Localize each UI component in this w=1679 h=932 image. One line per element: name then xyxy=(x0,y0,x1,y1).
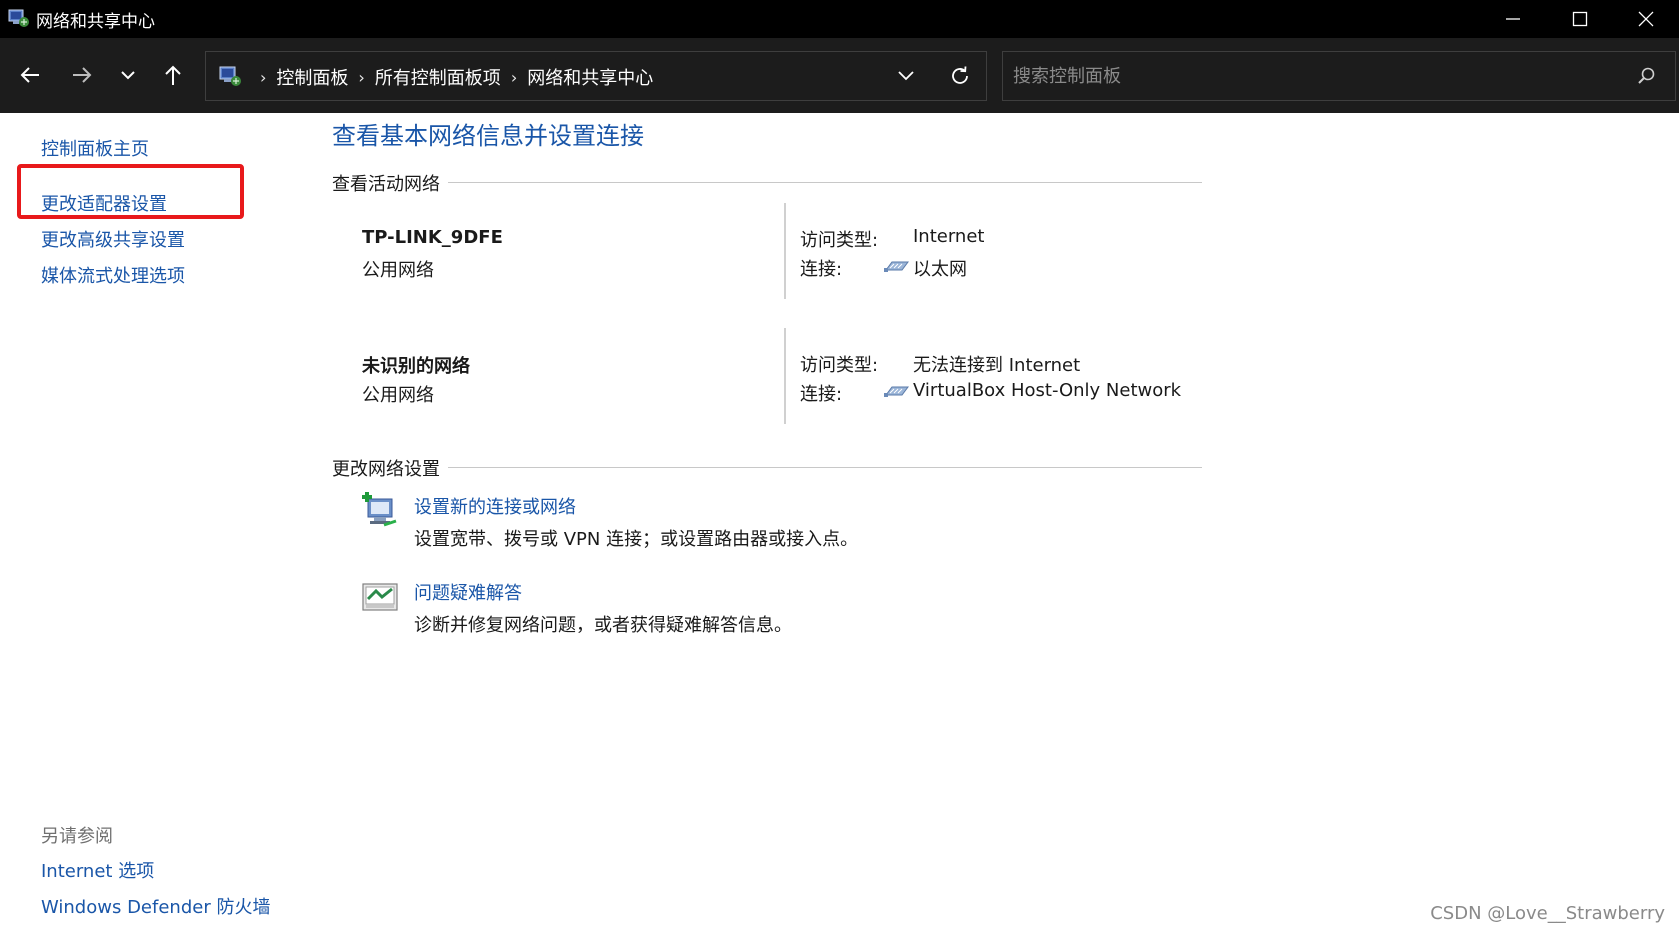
breadcrumb-network-center[interactable]: 网络和共享中心 xyxy=(527,64,653,90)
virtualbox-connection-link[interactable]: VirtualBox Host-Only Network xyxy=(913,380,1181,401)
ethernet-connection-link[interactable]: 以太网 xyxy=(913,255,967,281)
refresh-button[interactable] xyxy=(948,64,972,92)
breadcrumb-all-items[interactable]: 所有控制面板项 xyxy=(375,64,501,90)
connection-label: 连接: xyxy=(800,384,843,405)
access-type-label: 访问类型: xyxy=(800,355,879,376)
recent-locations-button[interactable] xyxy=(110,57,146,93)
network-category: 公用网络 xyxy=(362,260,434,281)
chevron-down-icon xyxy=(898,71,914,81)
vertical-divider xyxy=(784,203,786,299)
change-network-settings-heading: 更改网络设置 xyxy=(332,455,448,481)
control-panel-home-link[interactable]: 控制面板主页 xyxy=(41,135,149,161)
network-name: TP-LINK_9DFE xyxy=(362,227,503,248)
access-type-label: 访问类型: xyxy=(800,230,879,251)
network-name: 未识别的网络 xyxy=(362,356,470,377)
media-streaming-options-link[interactable]: 媒体流式处理选项 xyxy=(41,262,185,288)
close-icon xyxy=(1638,11,1654,27)
active-networks-heading: 查看活动网络 xyxy=(332,170,448,196)
ethernet-icon xyxy=(884,261,909,272)
window-title: 网络和共享中心 xyxy=(36,12,155,32)
maximize-icon xyxy=(1572,11,1588,27)
network-category: 公用网络 xyxy=(362,385,434,406)
chevron-down-icon xyxy=(121,71,135,80)
back-arrow-icon xyxy=(20,67,39,83)
section-divider xyxy=(332,467,1202,468)
network-center-icon xyxy=(8,9,29,27)
connection-label: 连接: xyxy=(800,259,843,280)
control-panel-icon xyxy=(219,66,241,86)
watermark: CSDN @Love__Strawberry xyxy=(1430,903,1665,924)
ethernet-icon xyxy=(884,386,909,397)
change-adapter-settings-link[interactable]: 更改适配器设置 xyxy=(41,190,167,216)
refresh-icon xyxy=(952,66,968,84)
access-type-value: Internet xyxy=(913,226,985,247)
address-dropdown-button[interactable] xyxy=(896,65,916,89)
up-button[interactable] xyxy=(155,57,191,93)
setup-new-connection-link[interactable]: 设置新的连接或网络 xyxy=(414,493,576,519)
troubleshoot-problems-description: 诊断并修复网络问题，或者获得疑难解答信息。 xyxy=(414,615,792,636)
minimize-icon xyxy=(1506,18,1520,20)
breadcrumb-control-panel[interactable]: 控制面板 xyxy=(276,64,348,90)
setup-new-connection-description: 设置宽带、拨号或 VPN 连接；或设置路由器或接入点。 xyxy=(414,529,859,550)
access-type-value: 无法连接到 Internet xyxy=(913,355,1081,376)
search-icon xyxy=(1638,67,1655,84)
troubleshoot-icon xyxy=(362,583,398,611)
minimize-button[interactable] xyxy=(1480,0,1546,38)
change-advanced-sharing-link[interactable]: 更改高级共享设置 xyxy=(41,226,185,252)
forward-button[interactable] xyxy=(64,57,100,93)
title-bar: 网络和共享中心 xyxy=(0,0,1679,38)
back-button[interactable] xyxy=(12,57,48,93)
search-input[interactable] xyxy=(1013,63,1613,89)
troubleshoot-problems-link[interactable]: 问题疑难解答 xyxy=(414,579,522,605)
breadcrumb: › 控制面板 › 所有控制面板项 › 网络和共享中心 xyxy=(250,64,653,90)
page-title: 查看基本网络信息并设置连接 xyxy=(332,122,644,150)
up-arrow-icon xyxy=(165,65,181,85)
forward-arrow-icon xyxy=(73,67,92,83)
section-divider xyxy=(332,182,1202,183)
new-connection-icon xyxy=(362,492,397,527)
vertical-divider xyxy=(784,328,786,424)
search-box[interactable] xyxy=(1002,51,1676,101)
internet-options-link[interactable]: Internet 选项 xyxy=(41,857,154,883)
close-button[interactable] xyxy=(1613,0,1679,38)
maximize-button[interactable] xyxy=(1547,0,1613,38)
see-also-heading: 另请参阅 xyxy=(41,826,113,847)
address-bar[interactable]: › 控制面板 › 所有控制面板项 › 网络和共享中心 xyxy=(205,51,987,101)
windows-defender-firewall-link[interactable]: Windows Defender 防火墙 xyxy=(41,893,270,919)
navigation-toolbar: › 控制面板 › 所有控制面板项 › 网络和共享中心 xyxy=(0,38,1679,113)
